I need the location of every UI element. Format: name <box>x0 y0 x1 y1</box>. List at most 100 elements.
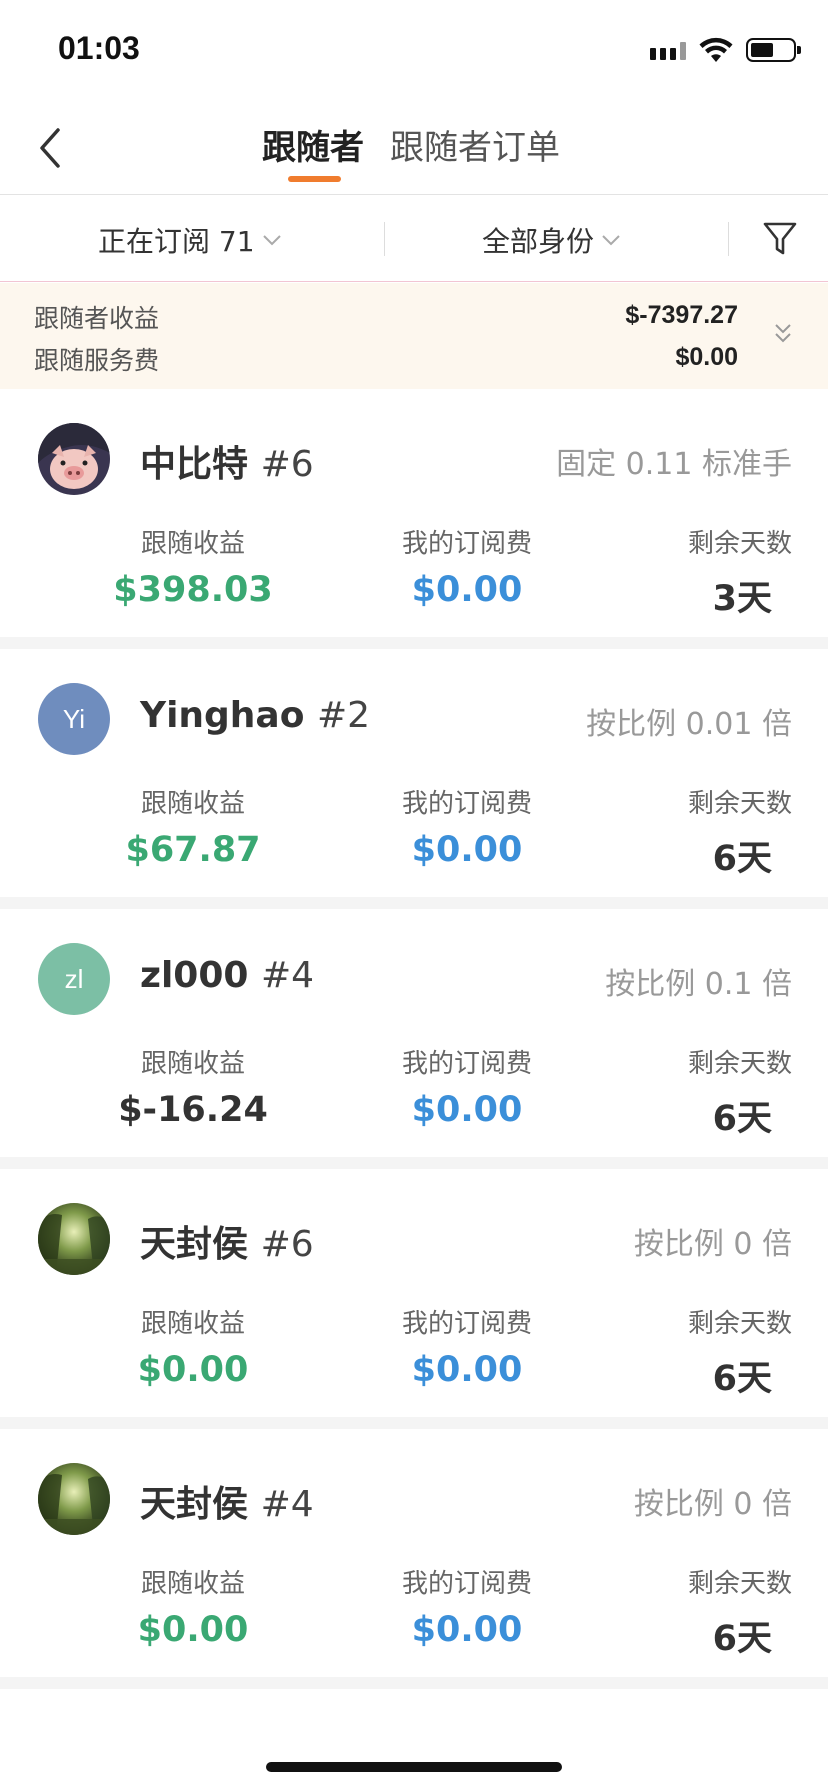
divider <box>0 897 828 909</box>
service-fee-label: 跟随服务费 <box>34 346 160 375</box>
follower-name: 中比特 #6 <box>140 444 314 485</box>
fee-label: 我的订阅费 <box>401 1569 532 1599</box>
avatar: Yi <box>38 683 110 755</box>
avatar-initials: Yi <box>62 703 86 734</box>
earnings-stat: 跟随收益 $398.03 <box>100 523 286 610</box>
follower-index: #2 <box>317 695 371 736</box>
earnings-stat: 跟随收益 $0.00 <box>100 1563 286 1650</box>
fee-label: 我的订阅费 <box>401 789 532 819</box>
filter-row: 正在订阅 71 全部身份 <box>0 196 828 282</box>
earnings-summary: 跟随者收益 跟随服务费 $-7397.27 $0.00 <box>0 283 828 389</box>
follower-card[interactable]: 天封侯 #6 按比例 0 倍 跟随收益 $0.00 我的订阅费 $0.00 剩余… <box>0 1169 828 1417</box>
follower-index: #4 <box>261 955 315 996</box>
days-label: 剩余天数 <box>687 789 792 819</box>
avatar: zl <box>38 943 110 1015</box>
earnings-stat: 跟随收益 $0.00 <box>100 1303 286 1390</box>
avatar <box>38 423 110 495</box>
days-label: 剩余天数 <box>687 1049 792 1079</box>
follow-mode: 按比例 0 倍 <box>633 1227 792 1262</box>
subscription-filter-label: 正在订阅 71 <box>98 225 255 258</box>
days-label: 剩余天数 <box>687 529 792 559</box>
earnings-label: 跟随收益 <box>140 1049 245 1079</box>
follower-name: 天封侯 #6 <box>140 1224 314 1265</box>
days-stat: 剩余天数 6天 <box>660 783 810 881</box>
battery-icon <box>746 38 801 62</box>
wifi-icon <box>699 37 733 62</box>
chevron-down-icon <box>602 235 620 246</box>
chevron-down-icon <box>262 235 281 246</box>
avatar <box>38 1203 110 1275</box>
tab-followers[interactable]: 跟随者 <box>262 120 364 169</box>
divider <box>0 1157 828 1169</box>
fee-label: 我的订阅费 <box>401 1309 532 1339</box>
status-time: 01:03 <box>58 30 140 66</box>
follow-mode: 按比例 0 倍 <box>633 1487 792 1522</box>
earnings-stat: 跟随收益 $67.87 <box>100 783 286 870</box>
tab-follower-orders[interactable]: 跟随者订单 <box>390 120 560 169</box>
fee-value: $0.00 <box>411 830 523 870</box>
fee-label: 我的订阅费 <box>401 529 532 559</box>
days-stat: 剩余天数 6天 <box>660 1563 810 1661</box>
fee-value: $0.00 <box>411 1610 523 1650</box>
follower-index: #6 <box>260 444 314 485</box>
earnings-value: $0.00 <box>137 1350 249 1390</box>
days-value: 6天 <box>712 1099 772 1139</box>
days-stat: 剩余天数 6天 <box>660 1043 810 1141</box>
earnings-value: $67.87 <box>125 830 261 870</box>
follower-card[interactable]: 天封侯 #4 按比例 0 倍 跟随收益 $0.00 我的订阅费 $0.00 剩余… <box>0 1429 828 1677</box>
forest-avatar-icon <box>38 1203 110 1275</box>
days-label: 剩余天数 <box>687 1309 792 1339</box>
follower-card[interactable]: zl zl000 #4 按比例 0.1 倍 跟随收益 $-16.24 我的订阅费… <box>0 909 828 1157</box>
follow-mode: 按比例 0.01 倍 <box>586 707 792 742</box>
fee-stat: 我的订阅费 $0.00 <box>380 1303 554 1390</box>
service-fee-value: $0.00 <box>675 343 738 371</box>
days-label: 剩余天数 <box>687 1569 792 1599</box>
follower-name: Yinghao #2 <box>140 695 371 736</box>
divider <box>384 222 385 256</box>
role-filter-label: 全部身份 <box>482 225 595 258</box>
subscription-filter[interactable]: 正在订阅 71 <box>98 220 283 260</box>
follow-mode: 按比例 0.1 倍 <box>605 967 792 1002</box>
days-value: 6天 <box>712 1619 772 1659</box>
follower-list: 中比特 #6 固定 0.11 标准手 跟随收益 $398.03 我的订阅费 $0… <box>0 389 828 1689</box>
earnings-value: $0.00 <box>137 1610 249 1650</box>
divider <box>0 637 828 649</box>
fee-stat: 我的订阅费 $0.00 <box>380 523 554 610</box>
back-button[interactable] <box>20 118 80 178</box>
days-value: 6天 <box>712 839 772 879</box>
earnings-stat: 跟随收益 $-16.24 <box>100 1043 286 1130</box>
earnings-label: 跟随收益 <box>140 1569 245 1599</box>
earnings-label: 跟随收益 <box>140 789 245 819</box>
nav-bar: 跟随者 跟随者订单 <box>0 100 828 195</box>
pig-avatar-icon <box>38 423 110 495</box>
follower-earnings-label: 跟随者收益 <box>34 304 160 333</box>
divider <box>0 1417 828 1429</box>
fee-label: 我的订阅费 <box>401 1049 532 1079</box>
fee-stat: 我的订阅费 $0.00 <box>380 1563 554 1650</box>
fee-value: $0.00 <box>411 1090 523 1130</box>
follower-index: #6 <box>260 1224 314 1265</box>
days-value: 6天 <box>712 1359 772 1399</box>
follower-card[interactable]: 中比特 #6 固定 0.11 标准手 跟随收益 $398.03 我的订阅费 $0… <box>0 389 828 637</box>
follower-card[interactable]: Yi Yinghao #2 按比例 0.01 倍 跟随收益 $67.87 我的订… <box>0 649 828 897</box>
status-bar: 01:03 <box>0 0 828 100</box>
signal-icon <box>650 40 686 60</box>
follower-index: #4 <box>260 1484 314 1525</box>
role-filter[interactable]: 全部身份 <box>482 220 622 260</box>
filter-button[interactable] <box>760 216 800 260</box>
tab-indicator <box>288 176 341 182</box>
chevron-left-icon <box>40 128 60 168</box>
fee-stat: 我的订阅费 $0.00 <box>380 1043 554 1130</box>
earnings-label: 跟随收益 <box>140 529 245 559</box>
divider <box>728 222 729 256</box>
fee-value: $0.00 <box>411 1350 523 1390</box>
earnings-value: $398.03 <box>113 570 273 610</box>
days-value: 3天 <box>712 579 772 619</box>
fee-value: $0.00 <box>411 570 523 610</box>
double-chevron-down-icon[interactable] <box>772 319 794 349</box>
earnings-label: 跟随收益 <box>140 1309 245 1339</box>
follower-name: zl000 #4 <box>140 955 315 996</box>
follower-name: 天封侯 #4 <box>140 1484 314 1525</box>
follower-earnings-value: $-7397.27 <box>625 301 738 329</box>
days-stat: 剩余天数 3天 <box>660 523 810 621</box>
